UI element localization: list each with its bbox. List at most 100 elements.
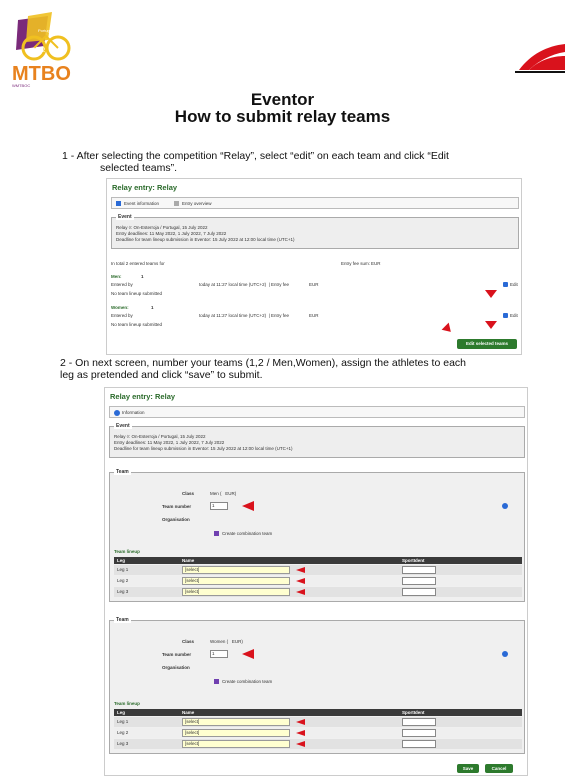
- leg-label: Leg 2: [117, 730, 129, 735]
- class-value-men: Men ( EUR): [210, 491, 237, 496]
- logo-country: Portugal: [38, 28, 53, 33]
- men-edit-label: Edit: [510, 282, 518, 287]
- leg-label: Leg 1: [117, 567, 129, 572]
- class-value-women: Women ( EUR): [210, 639, 243, 644]
- col-name: Name: [182, 558, 195, 563]
- team-number-input-women[interactable]: 1: [210, 650, 228, 658]
- women-no-lineup: No team lineup submitted: [111, 322, 163, 327]
- women-edit-checkbox[interactable]: [503, 313, 508, 318]
- runner-select[interactable]: [select]: [182, 718, 290, 726]
- event-2-line-1: Relay ◊: On-Esterroja / Portugal, 15 Jul…: [114, 434, 206, 439]
- event-line-2: Entry deadlines: 11 May 2022, 1 July 202…: [116, 231, 227, 236]
- men-fee-currency: EUR: [309, 282, 319, 287]
- tab-entry-overview[interactable]: Entry overview: [182, 201, 212, 206]
- arrow-indicator-edit-selected: [441, 322, 455, 336]
- sportident-input[interactable]: [402, 729, 436, 737]
- help-icon-women[interactable]: [502, 651, 508, 657]
- team-number-input-men[interactable]: 1: [210, 502, 228, 510]
- fee-sum-label: Entry fee sum:: [341, 261, 371, 266]
- sportident-input[interactable]: [402, 740, 436, 748]
- organisation-label-women: Organisation: [162, 665, 190, 670]
- mtbo-logo: 2022 Portugal MTBO WMTBOC: [8, 12, 88, 90]
- save-button[interactable]: Save: [457, 764, 479, 773]
- women-count: 1: [151, 305, 154, 310]
- event-legend: Event: [116, 214, 134, 220]
- team-legend-women: Team: [114, 617, 131, 623]
- leg-label: Leg 1: [117, 719, 129, 724]
- iof-logo: [515, 44, 565, 78]
- team-legend-men: Team: [114, 469, 131, 475]
- info-tab[interactable]: Information: [122, 410, 145, 415]
- table-row: Leg 3 [select]: [114, 739, 522, 749]
- lineup-header-men: Leg Name SportIdent: [114, 557, 522, 564]
- cancel-button[interactable]: Cancel: [485, 764, 513, 773]
- lineup-title-women: Team lineup: [114, 701, 140, 706]
- men-edit-checkbox[interactable]: [503, 282, 508, 287]
- edit-selected-teams-button[interactable]: Edit selected teams: [457, 339, 517, 349]
- leg-label: Leg 3: [117, 589, 129, 594]
- fee-sum-currency: EUR: [371, 261, 381, 266]
- table-row: Leg 3 [select]: [114, 587, 522, 597]
- help-icon-men[interactable]: [502, 503, 508, 509]
- runner-select[interactable]: [select]: [182, 729, 290, 737]
- sportident-input[interactable]: [402, 566, 436, 574]
- event-line-3: Deadline for team lineup submission in E…: [116, 237, 295, 242]
- arrow-leg: [296, 741, 305, 747]
- tab-bar: Event information Entry overview: [111, 197, 519, 209]
- men-entered-by: Entered by: [111, 282, 133, 287]
- info-tab-icon: [116, 201, 121, 206]
- tab-event-information[interactable]: Event information: [124, 201, 159, 206]
- men-count: 1: [141, 274, 144, 279]
- step-2-text: 2 - On next screen, number your teams (1…: [60, 357, 552, 381]
- team-box-men: Team Class Men ( EUR) Team number 1 Orga…: [109, 469, 525, 602]
- sportident-input[interactable]: [402, 718, 436, 726]
- event-2-line-3: Deadline for team lineup submission in E…: [114, 446, 293, 451]
- organisation-label-men: Organisation: [162, 517, 190, 522]
- arrow-leg: [296, 589, 305, 595]
- arrow-leg: [296, 719, 305, 725]
- class-label-men: Class: [182, 491, 195, 496]
- combination-icon-women: [214, 679, 219, 684]
- arrow-team-number-women: [242, 649, 254, 659]
- info-icon: [114, 410, 120, 416]
- logo-year: 2022: [32, 48, 46, 54]
- info-bar: Information: [109, 406, 525, 418]
- event-legend-2: Event: [114, 423, 132, 429]
- lineup-header-women: Leg Name SportIdent: [114, 709, 522, 716]
- step-2-line-1: 2 - On next screen, number your teams (1…: [60, 357, 467, 369]
- runner-select[interactable]: [select]: [182, 588, 290, 596]
- team-box-women: Team Class Women ( EUR) Team number 1 Or…: [109, 617, 525, 754]
- sportident-input[interactable]: [402, 588, 436, 596]
- arrow-leg: [296, 730, 305, 736]
- men-label: Men:: [111, 274, 122, 279]
- women-entered-by: Entered by: [111, 313, 133, 318]
- col-sportident: SportIdent: [402, 558, 425, 563]
- logo-text: MTBO: [12, 63, 71, 85]
- team-number-label-men: Team number: [162, 504, 192, 509]
- sportident-input[interactable]: [402, 577, 436, 585]
- col-leg: Leg: [117, 558, 126, 563]
- step-2-line-2: leg as pretended and click “save” to sub…: [60, 369, 263, 381]
- runner-select[interactable]: [select]: [182, 566, 290, 574]
- event-box-2: Event Relay ◊: On-Esterroja / Portugal, …: [109, 423, 525, 458]
- women-fee-currency: EUR: [309, 313, 319, 318]
- screenshot-edit-teams: Relay entry: Relay Event information Ent…: [106, 178, 522, 355]
- create-combination-women[interactable]: Create combination team: [222, 679, 272, 684]
- arrow-leg: [296, 578, 305, 584]
- men-entry-time: today at 11:27 local time (UTC+2) | Entr…: [199, 282, 289, 287]
- runner-select[interactable]: [select]: [182, 577, 290, 585]
- table-row: Leg 2 [select]: [114, 728, 522, 738]
- women-label: Women:: [111, 305, 129, 310]
- class-label-women: Class: [182, 639, 195, 644]
- runner-select[interactable]: [select]: [182, 740, 290, 748]
- screenshot-team-lineup: Relay entry: Relay Information Event Rel…: [104, 387, 528, 776]
- col-leg: Leg: [117, 710, 126, 715]
- arrow-indicator-women: [485, 321, 497, 329]
- total-teams-text: In total 2 entered teams for: [111, 261, 165, 266]
- women-edit-label: Edit: [510, 313, 518, 318]
- table-row: Leg 2 [select]: [114, 576, 522, 586]
- table-row: Leg 1 [select]: [114, 565, 522, 575]
- create-combination-men[interactable]: Create combination team: [222, 531, 272, 536]
- col-sportident: SportIdent: [402, 710, 425, 715]
- event-line-1: Relay ◊: On-Esterroja / Portugal, 15 Jul…: [116, 225, 208, 230]
